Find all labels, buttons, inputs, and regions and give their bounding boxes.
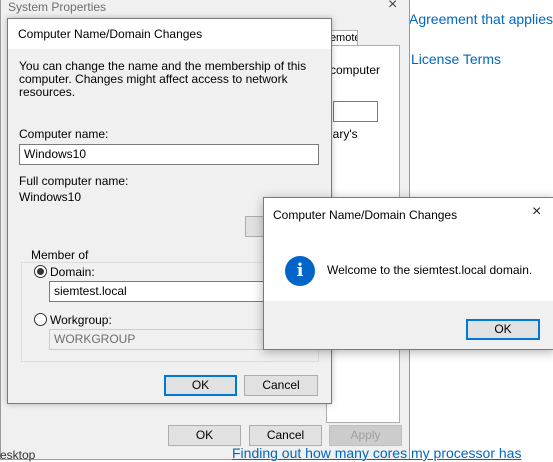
dialog-title: Computer Name/Domain Changes bbox=[18, 27, 203, 41]
dialog-description: You can change the name and the membersh… bbox=[19, 59, 307, 99]
welcome-message: Welcome to the siemtest.local domain. bbox=[327, 263, 533, 277]
system-properties-title: System Properties bbox=[8, 0, 107, 14]
panel-text-computer: computer bbox=[330, 63, 381, 77]
panel-text-lary: lary's bbox=[330, 127, 358, 141]
dialog-cancel-button[interactable]: Cancel bbox=[244, 375, 318, 396]
message-box-title: Computer Name/Domain Changes bbox=[273, 208, 458, 222]
full-computer-name-label: Full computer name: bbox=[19, 174, 129, 188]
sysprops-cancel-button[interactable]: Cancel bbox=[249, 425, 322, 446]
domain-radio[interactable] bbox=[34, 265, 47, 278]
welcome-message-box: Computer Name/Domain Changes × i Welcome… bbox=[263, 197, 553, 350]
system-properties-close-icon[interactable]: × bbox=[388, 0, 397, 14]
agreement-link[interactable]: Agreement that applies bbox=[409, 11, 553, 27]
full-computer-name-value: Windows10 bbox=[19, 190, 82, 204]
member-of-label: Member of bbox=[28, 248, 92, 262]
workgroup-radio[interactable] bbox=[34, 313, 47, 326]
sysprops-apply-button: Apply bbox=[329, 425, 402, 446]
panel-description-field[interactable] bbox=[333, 101, 378, 122]
cores-link[interactable]: Finding out how many cores my processor … bbox=[232, 445, 553, 461]
dialog-ok-button[interactable]: OK bbox=[164, 375, 237, 396]
info-icon: i bbox=[285, 256, 315, 286]
computer-name-label: Computer name: bbox=[19, 127, 109, 141]
close-icon[interactable]: × bbox=[532, 203, 541, 221]
computer-name-input[interactable]: Windows10 bbox=[19, 144, 319, 165]
welcome-ok-button[interactable]: OK bbox=[466, 319, 540, 340]
sysprops-ok-button[interactable]: OK bbox=[168, 425, 241, 446]
workgroup-label: Workgroup: bbox=[50, 313, 112, 327]
license-terms-link[interactable]: License Terms bbox=[411, 51, 501, 67]
domain-label: Domain: bbox=[50, 265, 95, 279]
bottom-partial-text: esktop bbox=[0, 448, 36, 462]
